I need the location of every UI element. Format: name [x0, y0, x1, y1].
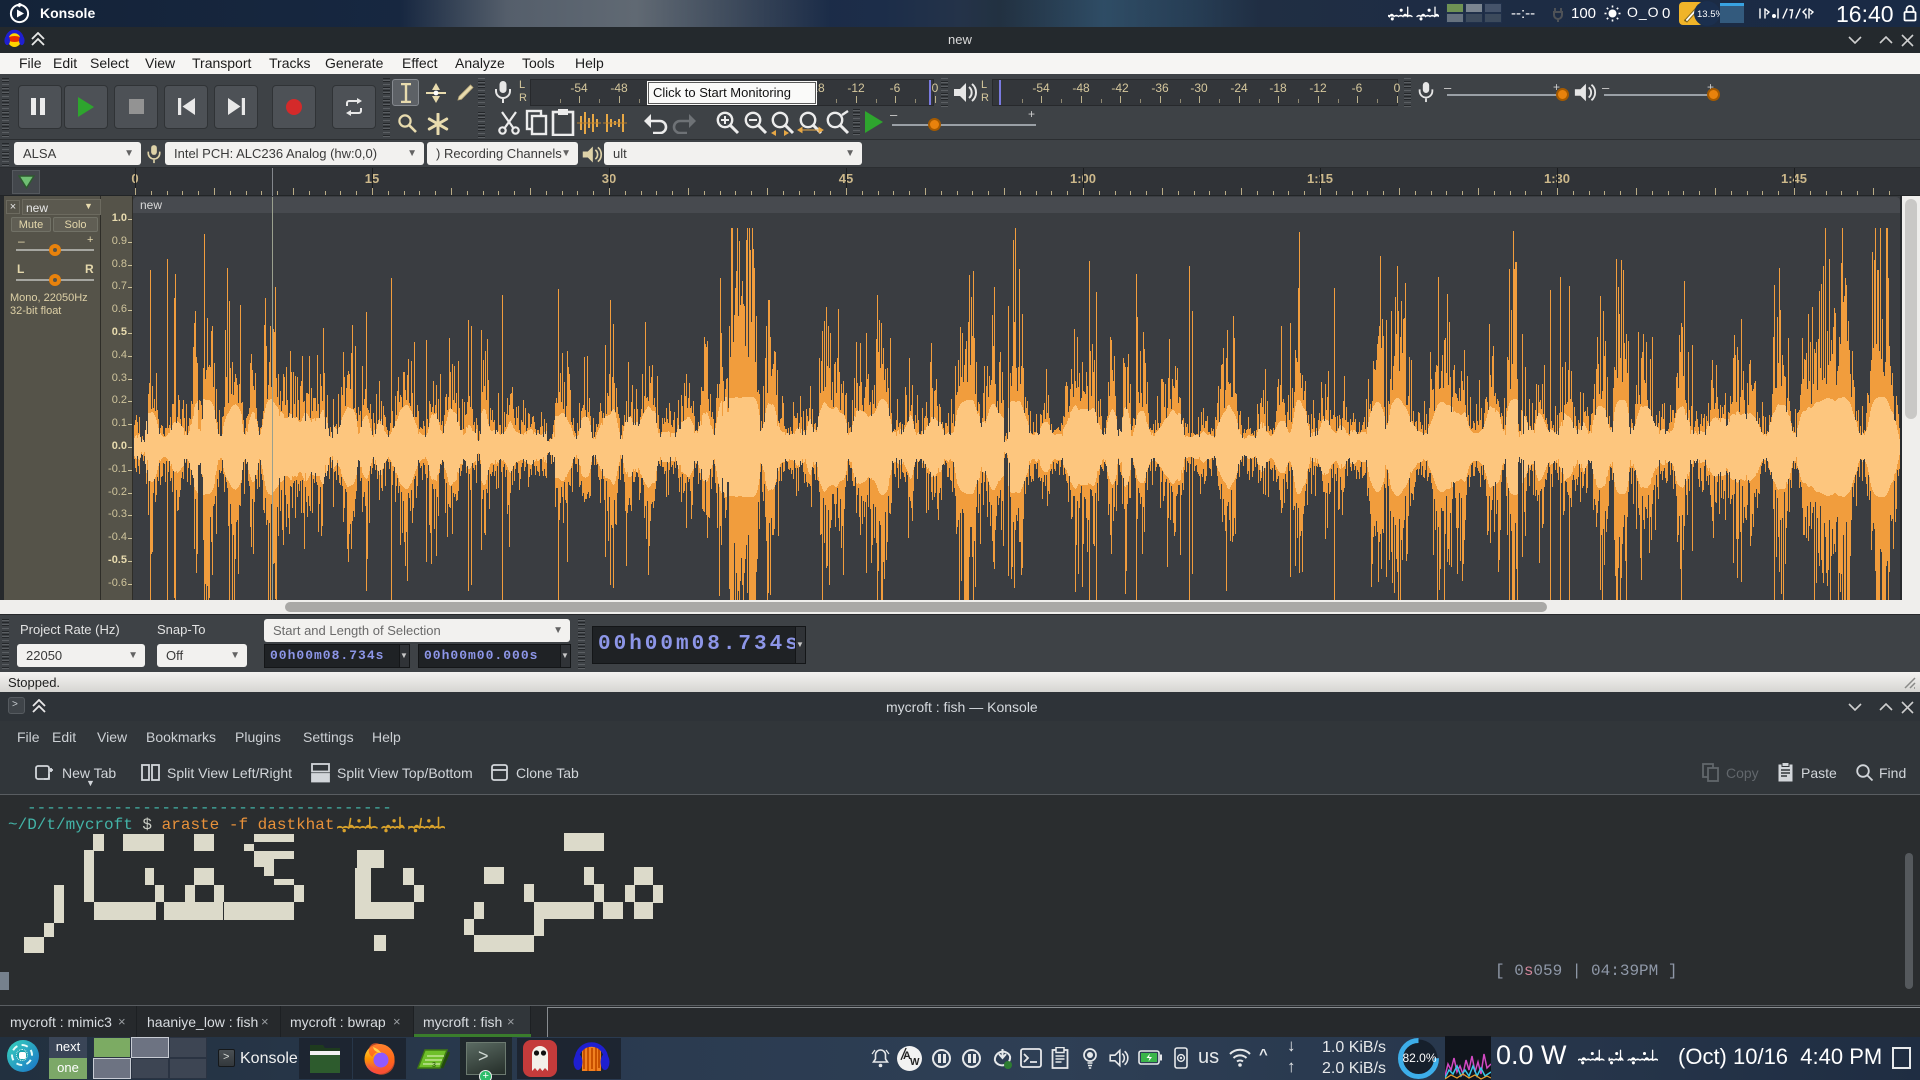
svg-text:3: 3 [432, 1062, 436, 1069]
